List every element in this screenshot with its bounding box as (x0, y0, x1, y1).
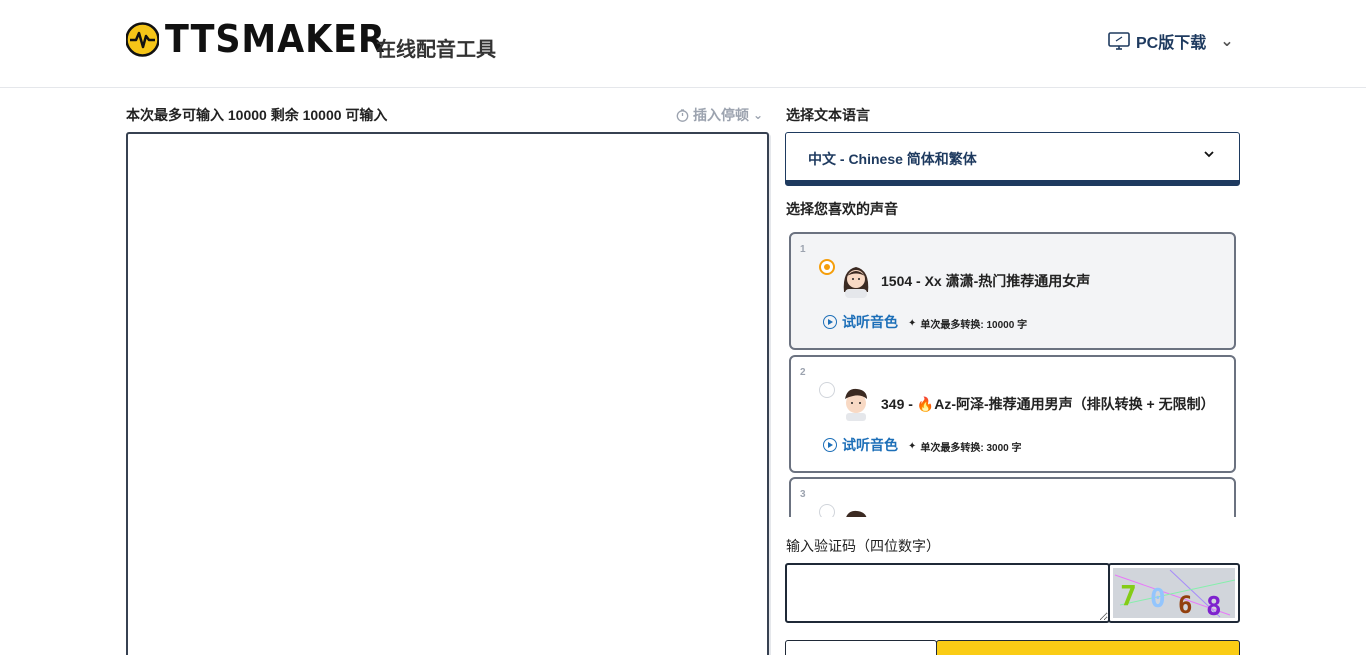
logo-waveform-icon (126, 21, 159, 57)
chevron-down-icon: ⌄ (753, 108, 764, 122)
voice-card[interactable]: 3 (789, 477, 1236, 517)
play-circle-icon (823, 438, 837, 452)
captcha-digit: 6 (1178, 591, 1192, 619)
captcha-image[interactable]: 7 0 6 8 (1108, 563, 1240, 623)
chevron-down-icon: ⌄ (1220, 33, 1234, 50)
voice-limit: ✦ 单次最多转换: 3000 字 (908, 439, 1022, 454)
timer-icon (676, 108, 689, 122)
sparkle-icon: ✦ (908, 318, 917, 329)
secondary-action-button[interactable] (785, 640, 937, 655)
voice-list[interactable]: 1 1504 - Xx 潇潇-热门推荐通用女声 试听音色 ✦ 单次最多转换: 1… (785, 226, 1240, 517)
preview-voice-button[interactable]: 试听音色 (823, 312, 898, 332)
voice-index: 1 (800, 244, 806, 255)
sparkle-icon: ✦ (908, 441, 917, 452)
male-avatar-icon (846, 510, 867, 517)
convert-button[interactable] (936, 640, 1240, 655)
input-quota-text: 本次最多可输入 10000 剩余 10000 可输入 (126, 107, 388, 123)
voice-card[interactable]: 1 1504 - Xx 潇潇-热门推荐通用女声 试听音色 ✦ 单次最多转换: 1… (789, 232, 1236, 350)
voice-index: 2 (800, 367, 806, 378)
captcha-digit: 7 (1120, 579, 1137, 612)
language-label: 选择文本语言 (786, 107, 870, 123)
brand-name: TTSMAKER (165, 17, 386, 61)
voice-radio[interactable] (819, 259, 835, 275)
insert-pause-button[interactable]: 插入停顿 ⌄ (676, 105, 763, 125)
insert-pause-label: 插入停顿 (693, 107, 749, 123)
voice-name: 1504 - Xx 潇潇-热门推荐通用女声 (881, 273, 1091, 289)
voice-index: 3 (800, 489, 806, 500)
captcha-graphic: 7 0 6 8 (1113, 568, 1236, 622)
tagline: 在线配音工具 (376, 39, 496, 61)
voice-name: 349 - 🔥Az-阿泽-推荐通用男声（排队转换 + 无限制） (881, 396, 1215, 412)
site-header: TTSMAKER 在线配音工具 PC版下载 ⌄ (0, 0, 1366, 88)
male-avatar-icon (845, 388, 867, 421)
captcha-input[interactable] (785, 563, 1110, 623)
language-select[interactable]: 中文 - Chinese 简体和繁体 (785, 132, 1240, 186)
voice-limit-text: 单次最多转换: 3000 字 (920, 443, 1022, 454)
language-selected-value: 中文 - Chinese 简体和繁体 (808, 151, 977, 167)
captcha-digit: 0 (1150, 584, 1166, 614)
pc-download-menu[interactable]: PC版下载 ⌄ (1108, 29, 1234, 53)
voice-limit: ✦ 单次最多转换: 10000 字 (908, 316, 1027, 331)
pc-download-label: PC版下载 (1136, 35, 1207, 52)
voice-radio[interactable] (819, 382, 835, 398)
captcha-digit: 8 (1206, 592, 1222, 621)
logo[interactable]: TTSMAKER (126, 20, 405, 58)
preview-voice-button[interactable]: 试听音色 (823, 435, 898, 455)
voice-radio[interactable] (819, 504, 835, 517)
voice-limit-text: 单次最多转换: 10000 字 (920, 320, 1028, 331)
desktop-icon (1108, 32, 1130, 50)
voice-label: 选择您喜欢的声音 (786, 201, 898, 217)
captcha-label: 输入验证码（四位数字） (786, 538, 940, 554)
voice-card[interactable]: 2 349 - 🔥Az-阿泽-推荐通用男声（排队转换 + 无限制） 试听音色 ✦… (789, 355, 1236, 473)
tts-text-input[interactable] (126, 132, 769, 655)
preview-label: 试听音色 (842, 314, 898, 330)
chevron-down-icon (1203, 147, 1215, 163)
play-circle-icon (823, 315, 837, 329)
female-avatar-icon (843, 267, 869, 298)
preview-label: 试听音色 (842, 437, 898, 453)
